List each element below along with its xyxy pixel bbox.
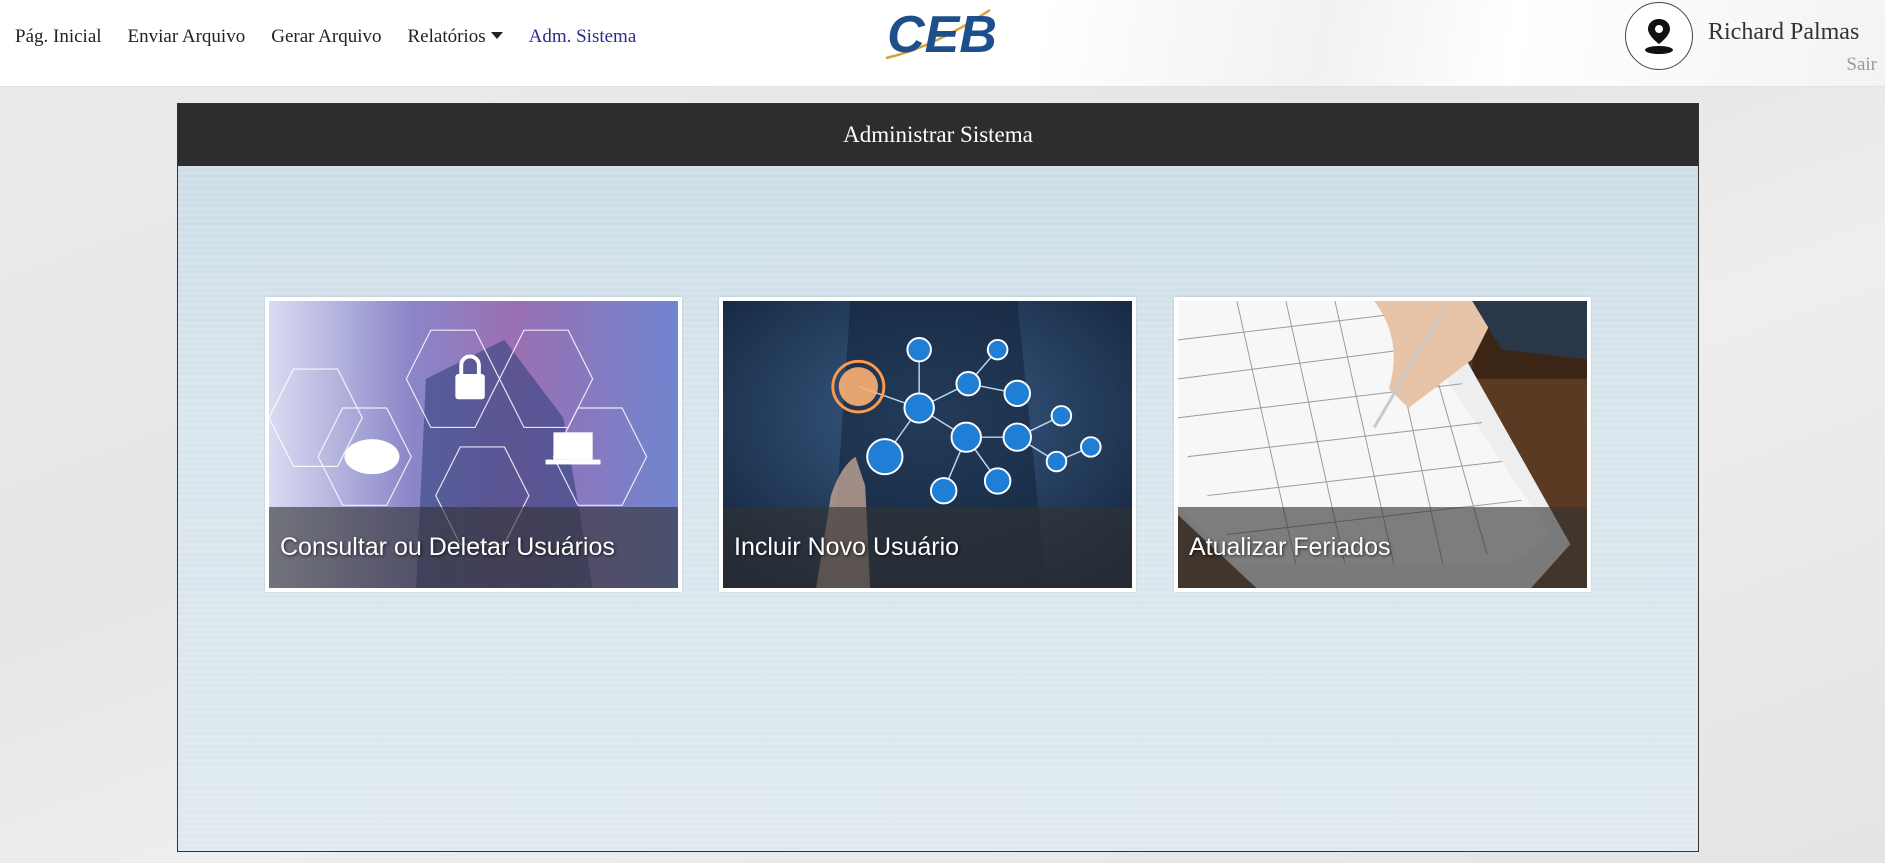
card-update-holidays[interactable]: Atualizar Feriados bbox=[1174, 297, 1591, 592]
card-caption: Consultar ou Deletar Usuários bbox=[269, 507, 678, 588]
nav-menu: Pág. Inicial Enviar Arquivo Gerar Arquiv… bbox=[15, 26, 662, 48]
card-caption: Atualizar Feriados bbox=[1178, 507, 1587, 588]
card-label: Incluir Novo Usuário bbox=[734, 533, 960, 561]
logout-link[interactable]: Sair bbox=[1846, 54, 1877, 76]
card-manage-users[interactable]: Consultar ou Deletar Usuários bbox=[265, 297, 682, 592]
caret-down-icon bbox=[490, 32, 503, 39]
admin-panel: Administrar Sistema Consultar ou Deletar… bbox=[177, 103, 1699, 852]
nav-system-admin[interactable]: Adm. Sistema bbox=[529, 26, 637, 48]
nav-send-file[interactable]: Enviar Arquivo bbox=[128, 26, 246, 48]
card-caption: Incluir Novo Usuário bbox=[723, 507, 1132, 588]
nav-reports-label: Relatórios bbox=[407, 26, 486, 47]
nav-home[interactable]: Pág. Inicial bbox=[15, 26, 102, 48]
user-area: Richard Palmas Sair bbox=[1625, 0, 1885, 86]
panel-title: Administrar Sistema bbox=[843, 122, 1033, 147]
nav-reports-dropdown[interactable]: Relatórios bbox=[408, 26, 503, 48]
user-pin-icon bbox=[1645, 19, 1673, 54]
card-label: Atualizar Feriados bbox=[1189, 533, 1391, 561]
top-navbar: Pág. Inicial Enviar Arquivo Gerar Arquiv… bbox=[0, 0, 1885, 87]
card-add-user[interactable]: Incluir Novo Usuário bbox=[719, 297, 1136, 592]
card-label: Consultar ou Deletar Usuários bbox=[280, 533, 615, 561]
user-name: Richard Palmas bbox=[1708, 19, 1860, 45]
logo-text: CEB bbox=[887, 6, 997, 64]
ceb-logo[interactable]: CEB bbox=[872, 4, 1012, 66]
panel-header: Administrar Sistema bbox=[178, 104, 1698, 166]
user-avatar[interactable] bbox=[1625, 2, 1693, 70]
nav-generate-file[interactable]: Gerar Arquivo bbox=[271, 26, 381, 48]
